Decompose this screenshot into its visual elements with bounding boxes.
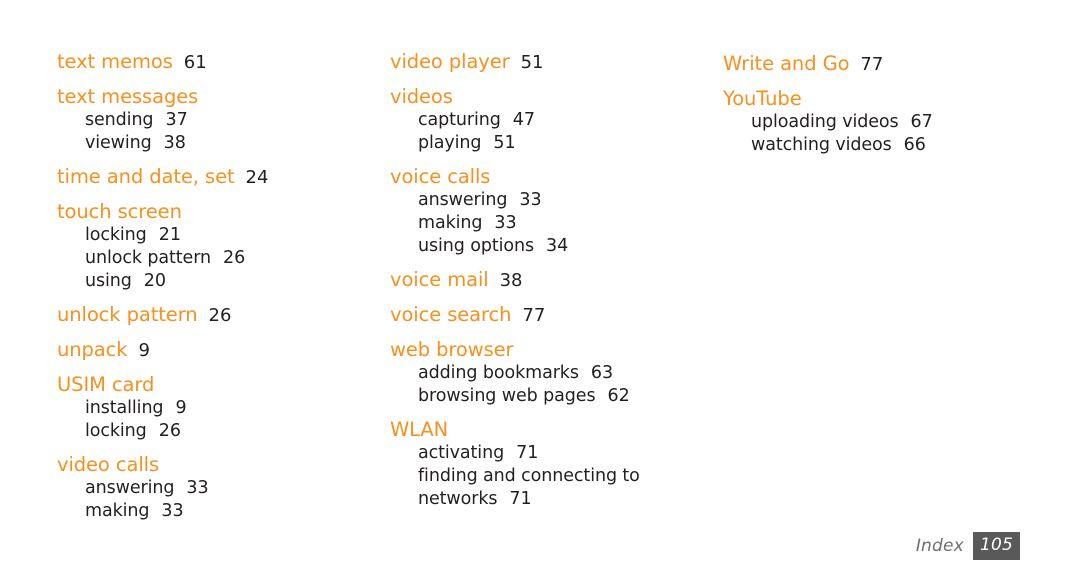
index-subentry[interactable]: making 33	[85, 500, 357, 523]
index-entry: USIM card installing 9 locking 26	[57, 372, 357, 443]
index-subentry-page-number: 33	[519, 190, 542, 210]
index-subentry-list: answering 33 making 33	[57, 477, 357, 523]
index-subentry[interactable]: browsing web pages 62	[418, 385, 690, 408]
index-entry-heading[interactable]: text messages	[57, 84, 357, 109]
index-entry: video player 51	[390, 49, 690, 75]
index-subentry-page-number: 51	[493, 133, 516, 153]
index-subentry-page-number: 33	[494, 213, 517, 233]
index-subentry[interactable]: adding bookmarks 63	[418, 362, 690, 385]
index-subentry-page-number: 67	[910, 112, 933, 132]
index-entry-heading[interactable]: video calls	[57, 452, 357, 477]
index-entry-page-number: 9	[138, 340, 150, 361]
index-subentry-list: uploading videos 67 watching videos 66	[723, 111, 1033, 157]
index-subentry-list: locking 21 unlock pattern 26 using 20	[57, 224, 357, 293]
index-entry-heading[interactable]: Write and Go 77	[723, 51, 1033, 77]
index-entry: voice search 77	[390, 302, 690, 328]
index-subentry[interactable]: making 33	[418, 212, 690, 235]
index-column-1: text memos 61 text messages sending 37 viewin…	[57, 0, 357, 523]
index-subentry[interactable]: answering 33	[85, 477, 357, 500]
index-subentry[interactable]: using options 34	[418, 235, 690, 258]
index-subentry-list: installing 9 locking 26	[57, 397, 357, 443]
index-subentry-page-number: 62	[607, 386, 630, 406]
index-subentry[interactable]: locking 26	[85, 420, 357, 443]
index-entry: unpack 9	[57, 337, 357, 363]
index-subentry[interactable]: unlock pattern 26	[85, 247, 357, 270]
index-subentry-list: sending 37 viewing 38	[57, 109, 357, 155]
index-entry: text messages sending 37 viewing 38	[57, 84, 357, 155]
index-entry: web browser adding bookmarks 63 browsing we…	[390, 337, 690, 408]
footer-section-label: Index	[915, 536, 964, 556]
index-subentry[interactable]: answering 33	[418, 189, 690, 212]
index-subentry-page-number: 26	[158, 421, 181, 441]
index-entry-page-number: 26	[208, 305, 232, 326]
index-subentry-page-number: 21	[158, 225, 181, 245]
index-entry-heading[interactable]: voice search 77	[390, 302, 690, 328]
index-entry-page-number: 38	[499, 270, 523, 291]
index-subentry-list: capturing 47 playing 51	[390, 109, 690, 155]
index-subentry[interactable]: playing 51	[418, 132, 690, 155]
index-subentry[interactable]: capturing 47	[418, 109, 690, 132]
index-entry-heading[interactable]: videos	[390, 84, 690, 109]
index-entry: video calls answering 33 making 33	[57, 452, 357, 523]
index-entry: voice calls answering 33 making 33 using opti…	[390, 164, 690, 258]
index-subentry-page-number: 34	[546, 236, 569, 256]
index-subentry-list: activating 71 finding and connecting to ne…	[390, 442, 690, 511]
index-subentry[interactable]: locking 21	[85, 224, 357, 247]
index-entry: unlock pattern 26	[57, 302, 357, 328]
index-subentry[interactable]: uploading videos 67	[751, 111, 1033, 134]
index-subentry-page-number: 37	[165, 110, 188, 130]
index-entry-page-number: 61	[183, 52, 207, 73]
index-subentry-page-number: 47	[512, 110, 536, 130]
index-entry-heading[interactable]: YouTube	[723, 86, 1033, 111]
index-columns: text memos 61 text messages sending 37 viewin…	[0, 0, 1080, 523]
index-entry: YouTube uploading videos 67 watching videos…	[723, 86, 1033, 157]
index-entry-page-number: 77	[860, 54, 884, 75]
index-subentry-list: answering 33 making 33 using options 34	[390, 189, 690, 258]
index-subentry-list: adding bookmarks 63 browsing web pages 62	[390, 362, 690, 408]
index-subentry-page-number: 33	[161, 501, 184, 521]
index-entry-heading[interactable]: text memos 61	[57, 49, 357, 75]
index-subentry-page-number: 71	[516, 443, 539, 463]
index-subentry-page-number: 38	[163, 133, 186, 153]
index-entry-heading[interactable]: unlock pattern 26	[57, 302, 357, 328]
index-subentry-page-number: 9	[175, 398, 187, 418]
index-entry-heading[interactable]: touch screen	[57, 199, 357, 224]
index-entry: WLAN activating 71 finding and connecting t…	[390, 417, 690, 511]
index-subentry-page-number: 66	[903, 135, 926, 155]
index-subentry[interactable]: watching videos 66	[751, 134, 1033, 157]
index-subentry-page-number: 63	[590, 363, 614, 383]
index-subentry-page-number: 33	[186, 478, 209, 498]
index-entry-page-number: 24	[245, 167, 269, 188]
index-entry: Write and Go 77	[723, 51, 1033, 77]
index-entry-page-number: 77	[522, 305, 546, 326]
index-entry: time and date, set 24	[57, 164, 357, 190]
index-entry: touch screen locking 21 unlock pattern 26 usi…	[57, 199, 357, 293]
index-entry-heading[interactable]: USIM card	[57, 372, 357, 397]
index-page: text memos 61 text messages sending 37 viewin…	[0, 0, 1080, 586]
index-entry-heading[interactable]: unpack 9	[57, 337, 357, 363]
index-subentry-page-number: 71	[509, 489, 532, 509]
index-entry-heading[interactable]: voice mail 38	[390, 267, 690, 293]
index-subentry[interactable]: installing 9	[85, 397, 357, 420]
index-column-2: video player 51 videos capturing 47 playing 51…	[390, 0, 690, 511]
index-subentry[interactable]: viewing 38	[85, 132, 357, 155]
index-entry-heading[interactable]: video player 51	[390, 49, 690, 75]
index-subentry[interactable]: finding and connecting to networks 71	[418, 465, 668, 511]
index-entry-page-number: 51	[520, 52, 544, 73]
index-subentry[interactable]: using 20	[85, 270, 357, 293]
index-entry: voice mail 38	[390, 267, 690, 293]
index-subentry[interactable]: activating 71	[418, 442, 690, 465]
index-entry-heading[interactable]: web browser	[390, 337, 690, 362]
index-subentry-page-number: 26	[222, 248, 246, 268]
index-subentry-page-number: 20	[143, 271, 167, 291]
index-entry: videos capturing 47 playing 51	[390, 84, 690, 155]
index-entry-heading[interactable]: voice calls	[390, 164, 690, 189]
index-subentry[interactable]: sending 37	[85, 109, 357, 132]
index-entry-heading[interactable]: time and date, set 24	[57, 164, 357, 190]
index-entry-heading[interactable]: WLAN	[390, 417, 690, 442]
index-column-3: Write and Go 77 YouTube uploading videos 67 w…	[723, 0, 1033, 157]
index-entry: text memos 61	[57, 49, 357, 75]
page-footer: Index 105	[916, 532, 1020, 560]
footer-page-number: 105	[972, 532, 1020, 560]
